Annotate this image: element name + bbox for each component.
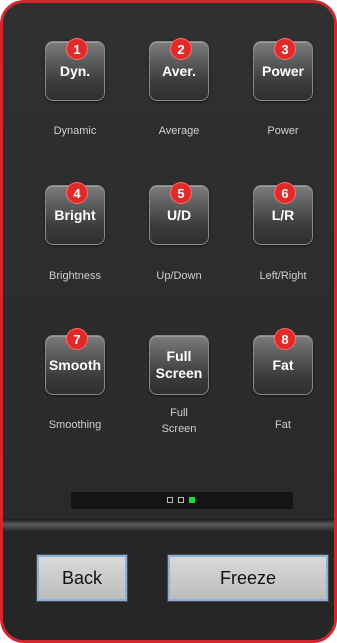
average-caption: Average <box>158 125 200 137</box>
divider <box>3 519 334 531</box>
dynamic-caption: Dynamic <box>53 125 97 137</box>
page-dot-3-active[interactable] <box>189 497 195 503</box>
fat-caption: Fat <box>275 419 291 431</box>
badge-8: 8 <box>275 329 295 349</box>
badge-5: 5 <box>171 183 191 203</box>
badge-4: 4 <box>67 183 87 203</box>
full-screen-button[interactable]: Full Screen <box>149 335 209 395</box>
page-dot-2[interactable] <box>178 497 184 503</box>
page-indicator <box>71 492 293 509</box>
brightness-caption: Brightness <box>49 270 101 282</box>
left-right-caption: Left/Right <box>259 270 307 282</box>
preset-panel: Dyn. 1 Dynamic Aver. 2 Average Power 3 P… <box>3 3 334 519</box>
power-caption: Power <box>267 125 299 137</box>
up-down-caption: Up/Down <box>156 270 202 282</box>
full-screen-caption: Full Screen <box>161 407 197 435</box>
smoothing-caption: Smoothing <box>48 419 102 431</box>
badge-6: 6 <box>275 183 295 203</box>
page-dot-1[interactable] <box>167 497 173 503</box>
back-button[interactable]: Back <box>36 554 128 602</box>
bottom-bar: Back Freeze <box>3 531 334 640</box>
badge-7: 7 <box>67 329 87 349</box>
freeze-button[interactable]: Freeze <box>167 554 329 602</box>
badge-3: 3 <box>275 39 295 59</box>
badge-1: 1 <box>67 39 87 59</box>
device-frame: Dyn. 1 Dynamic Aver. 2 Average Power 3 P… <box>0 0 337 643</box>
badge-2: 2 <box>171 39 191 59</box>
